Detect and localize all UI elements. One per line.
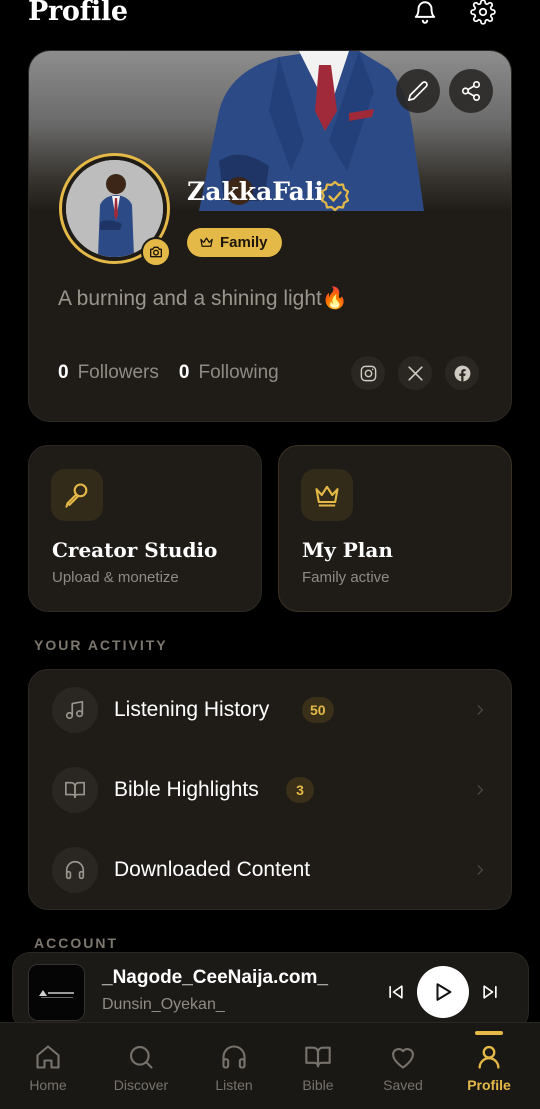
play-button[interactable]	[417, 966, 469, 1018]
followers-count[interactable]: 0	[58, 362, 69, 384]
open-book-icon	[65, 781, 85, 799]
listening-history-row[interactable]: Listening History 50	[29, 670, 513, 750]
track-artwork	[28, 964, 85, 1021]
share-profile-button[interactable]	[449, 69, 493, 113]
list-item-label: Bible Highlights	[114, 778, 259, 801]
notifications-button[interactable]	[410, 0, 440, 27]
tab-home[interactable]: Home	[12, 1023, 84, 1109]
plan-badge: Family	[187, 228, 282, 257]
instagram-icon	[360, 365, 376, 381]
follow-stats: 0 Followers 0 Following	[58, 362, 299, 384]
profile-card: ZakkaFali Family A burning and a shining…	[28, 50, 512, 422]
skip-forward-icon	[483, 985, 497, 999]
previous-track-button[interactable]	[383, 979, 409, 1005]
headphones-icon	[222, 1045, 246, 1069]
home-icon	[36, 1045, 60, 1069]
followers-label[interactable]: Followers	[78, 362, 159, 384]
account-heading: ACCOUNT	[34, 935, 118, 951]
bell-icon	[414, 1, 436, 24]
chevron-right-icon	[477, 865, 484, 875]
bottom-tab-bar: Home Discover Listen Bible Saved Profile	[0, 1022, 540, 1109]
my-plan-subtitle: Family active	[302, 569, 390, 586]
bible-highlights-row[interactable]: Bible Highlights 3	[29, 750, 513, 830]
instagram-link[interactable]	[351, 356, 385, 390]
tab-bible[interactable]: Bible	[282, 1023, 354, 1109]
search-icon	[130, 1046, 153, 1069]
book-icon	[305, 1046, 331, 1068]
creator-studio-title: Creator Studio	[52, 538, 218, 562]
following-label[interactable]: Following	[198, 362, 278, 384]
count-badge: 50	[302, 697, 334, 723]
change-photo-button[interactable]	[141, 237, 171, 267]
x-link[interactable]	[398, 356, 432, 390]
facebook-link[interactable]	[445, 356, 479, 390]
heart-icon	[392, 1048, 414, 1069]
microphone-icon	[65, 483, 88, 508]
tab-label: Profile	[467, 1077, 511, 1093]
tab-label: Listen	[215, 1077, 253, 1093]
tab-label: Home	[29, 1077, 67, 1093]
count-badge: 3	[286, 777, 314, 803]
plan-badge-label: Family	[220, 234, 268, 251]
track-artist: Dunsin_Oyekan_	[102, 996, 225, 1013]
tab-label: Saved	[383, 1077, 423, 1093]
settings-button[interactable]	[468, 0, 498, 27]
chevron-right-icon	[477, 785, 484, 795]
next-track-button[interactable]	[477, 979, 503, 1005]
page-title: Profile	[28, 0, 128, 27]
x-logo-icon	[407, 365, 423, 381]
headphones-icon	[65, 861, 85, 880]
active-tab-indicator	[475, 1031, 503, 1035]
skip-back-icon	[389, 985, 403, 999]
edit-profile-button[interactable]	[396, 69, 440, 113]
camera-icon	[150, 246, 162, 258]
pencil-icon	[408, 81, 428, 101]
tab-listen[interactable]: Listen	[198, 1023, 270, 1109]
profile-bio: A burning and a shining light🔥	[58, 287, 349, 310]
list-item-label: Downloaded Content	[114, 858, 311, 881]
tab-discover[interactable]: Discover	[105, 1023, 177, 1109]
list-item-label: Listening History	[114, 698, 270, 721]
crown-icon	[315, 485, 339, 507]
crown-icon	[200, 237, 213, 247]
track-title: _Nagode_CeeNaija.com_	[102, 967, 328, 988]
gear-icon	[470, 0, 496, 25]
facebook-icon	[454, 365, 470, 381]
mini-player[interactable]: _Nagode_CeeNaija.com_ Dunsin_Oyekan_	[12, 952, 529, 1030]
profile-username: ZakkaFali	[187, 177, 324, 206]
play-icon	[436, 983, 452, 1001]
share-icon	[461, 81, 481, 101]
tab-profile[interactable]: Profile	[453, 1023, 525, 1109]
downloaded-content-row[interactable]: Downloaded Content	[29, 830, 513, 910]
verified-badge-icon	[320, 180, 350, 212]
chevron-right-icon	[477, 705, 484, 715]
following-count[interactable]: 0	[179, 362, 190, 384]
creator-studio-subtitle: Upload & monetize	[52, 569, 179, 586]
music-note-icon	[65, 700, 84, 720]
my-plan-title: My Plan	[302, 538, 393, 562]
creator-studio-card[interactable]: Creator Studio Upload & monetize	[28, 445, 262, 612]
your-activity-heading: YOUR ACTIVITY	[34, 637, 168, 653]
my-plan-card[interactable]: My Plan Family active	[278, 445, 512, 612]
tab-saved[interactable]: Saved	[367, 1023, 439, 1109]
tab-label: Bible	[302, 1077, 334, 1093]
user-icon	[478, 1045, 500, 1069]
tab-label: Discover	[113, 1077, 169, 1093]
activity-list: Listening History 50 Bible Highlights 3 …	[28, 669, 512, 910]
